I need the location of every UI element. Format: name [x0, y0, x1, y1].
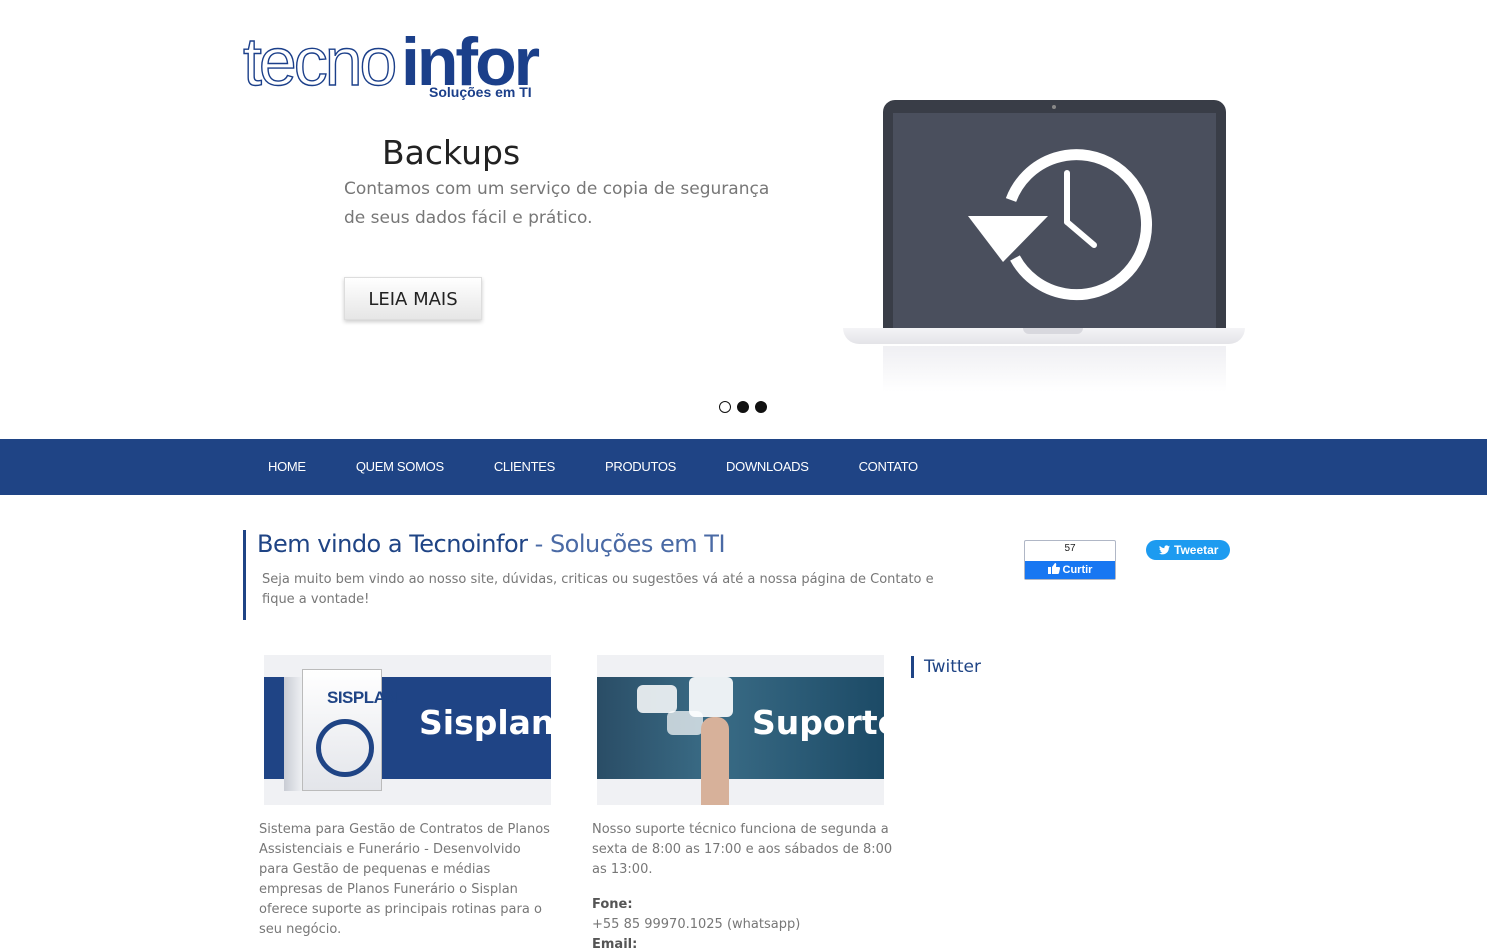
twitter-bird-icon	[1159, 545, 1170, 555]
like-label-bar: Curtir	[1025, 561, 1115, 579]
facebook-like-button[interactable]: 57 Curtir	[1024, 540, 1116, 580]
read-more-button[interactable]: LEIA MAIS	[344, 277, 482, 320]
laptop-camera	[1052, 105, 1056, 109]
twitter-widget-title: Twitter	[911, 656, 981, 678]
sisplan-logo-icon	[316, 719, 374, 777]
sisplan-description: Sistema para Gestão de Contratos de Plan…	[259, 822, 550, 937]
nav-item-downloads[interactable]: DOWNLOADS	[701, 439, 834, 495]
nav-item-quem-somos[interactable]: QUEM SOMOS	[331, 439, 469, 495]
laptop-reflection	[883, 346, 1226, 392]
support-contact: Fone: +55 85 99970.1025 (whatsapp) Email…	[592, 895, 800, 948]
slide-text: Contamos com um serviço de copia de segu…	[344, 179, 770, 228]
phone-label: Fone:	[592, 897, 633, 912]
history-clock-icon	[968, 149, 1153, 301]
phone-value[interactable]: +55 85 99970.1025 (whatsapp)	[592, 915, 800, 935]
chat-bubble-icon	[667, 711, 703, 735]
sisplan-label: Sisplan	[419, 703, 551, 742]
slider-dot[interactable]	[755, 401, 767, 413]
sisplan-banner[interactable]: SISPLAN Sisplan	[264, 655, 551, 805]
slider-dot[interactable]	[719, 401, 731, 413]
logo-tecno: tecno	[242, 24, 398, 100]
nav-item-produtos[interactable]: PRODUTOS	[580, 439, 701, 495]
site-logo[interactable]: tecno infor Soluções em TI	[242, 24, 563, 108]
laptop-notch	[1023, 328, 1083, 334]
suporte-description: Nosso suporte técnico funciona de segund…	[592, 822, 893, 877]
welcome-subtitle: - Soluções em TI	[527, 530, 726, 558]
welcome-section: Bem vindo a Tecnoinfor - Soluções em TI …	[243, 530, 983, 620]
slider-dots	[719, 401, 767, 413]
slider-dot[interactable]	[737, 401, 749, 413]
touch-hand-image	[701, 717, 729, 805]
sisplan-box-image: SISPLAN	[284, 661, 398, 791]
like-count: 57	[1064, 543, 1076, 554]
logo-tagline: Soluções em TI	[429, 84, 532, 100]
main-nav: HOME QUEM SOMOS CLIENTES PRODUTOS DOWNLO…	[0, 439, 1487, 495]
tweet-button[interactable]: Tweetar	[1146, 540, 1230, 560]
slide-title: Backups	[382, 133, 521, 172]
suporte-banner[interactable]: Suporte	[597, 655, 884, 805]
like-label: Curtir	[1062, 564, 1093, 576]
box-brand: SISPLAN	[327, 688, 398, 707]
welcome-heading: Bem vindo a Tecnoinfor - Soluções em TI	[257, 530, 726, 558]
suporte-label: Suporte	[752, 703, 884, 742]
email-label: Email:	[592, 937, 638, 948]
welcome-text: Seja muito bem vindo ao nosso site, dúvi…	[262, 572, 934, 607]
nav-item-home[interactable]: HOME	[243, 439, 331, 495]
nav-item-clientes[interactable]: CLIENTES	[469, 439, 580, 495]
thumbs-up-icon	[1047, 563, 1060, 574]
nav-item-contato[interactable]: CONTATO	[834, 439, 943, 495]
tweet-label: Tweetar	[1174, 543, 1219, 557]
box-side	[284, 677, 302, 791]
welcome-title: Bem vindo a Tecnoinfor	[257, 530, 528, 558]
laptop-illustration	[843, 100, 1245, 400]
chat-bubble-icon	[637, 685, 677, 713]
